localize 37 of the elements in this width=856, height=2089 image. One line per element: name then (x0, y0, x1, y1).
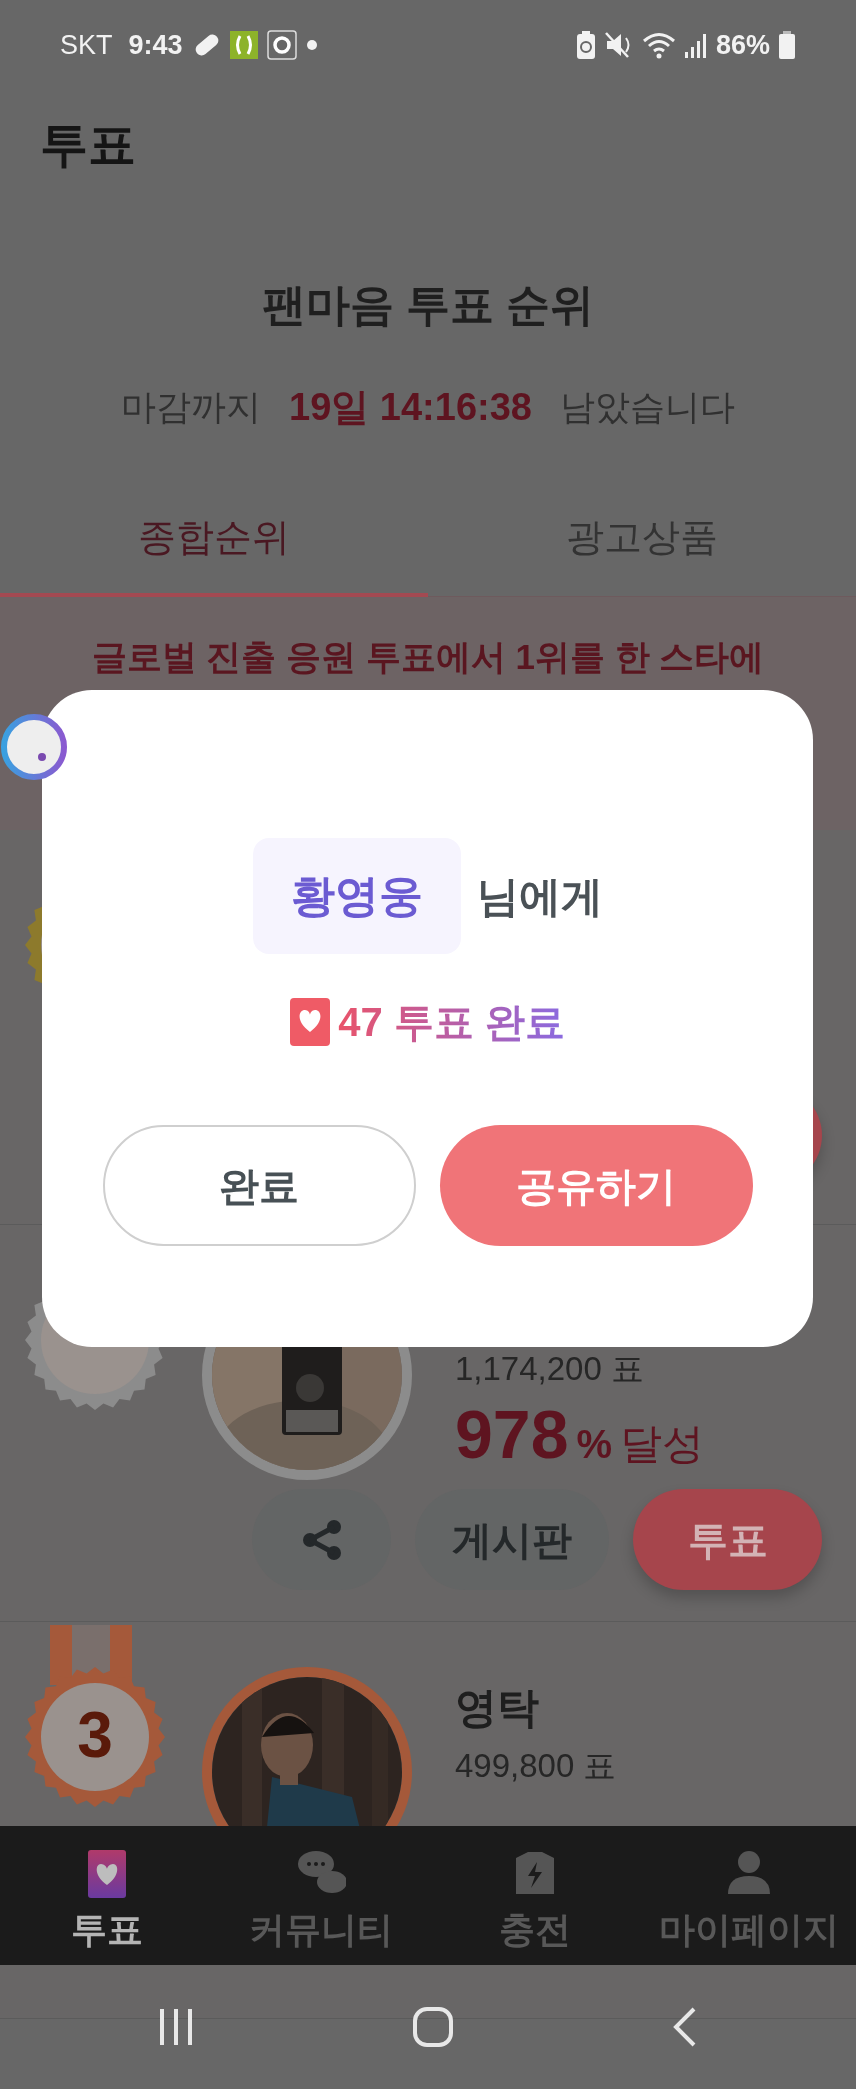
nav-tab[interactable]: 커뮤니티 (214, 1826, 428, 1965)
percent-sign: % (576, 1422, 613, 1466)
battery-saver-icon (575, 30, 596, 60)
carrier-text: SKT (60, 28, 113, 62)
share-button[interactable]: 공유하기 (439, 1125, 753, 1246)
nav-tab[interactable]: 마이페이지 (642, 1826, 856, 1965)
countdown-timer: 19일 14:16:38 (289, 385, 532, 430)
nav-label: 투표 (70, 1907, 144, 1952)
vote-button[interactable]: 투표 (633, 1489, 822, 1590)
nav-label: 충전 (498, 1907, 572, 1952)
achievement-percent: 978 (455, 1396, 569, 1472)
wifi-icon (641, 30, 676, 60)
done-button[interactable]: 완료 (102, 1125, 416, 1246)
battery-icon (778, 30, 796, 60)
deadline-label: 마감까지 (121, 386, 262, 429)
page-title: 투표 (40, 117, 136, 173)
vote-count: 1,174,200 표 (455, 1350, 644, 1387)
achievement-label: 달성 (620, 1420, 705, 1467)
record-icon (266, 30, 297, 60)
nav-tab[interactable]: 투표 (0, 1826, 214, 1965)
vote-count: 499,800 표 (455, 1747, 617, 1784)
app-notification-icon (228, 30, 259, 60)
ranking-title: 팬마음 투표 순위 (261, 280, 595, 329)
board-button[interactable]: 게시판 (415, 1489, 609, 1590)
battery-percent-text: 86% (715, 28, 770, 62)
home-icon[interactable] (411, 2005, 455, 2049)
nav-tab[interactable]: 충전 (428, 1826, 642, 1965)
nav-label: 커뮤니티 (248, 1907, 394, 1952)
banner-text: 글로벌 진출 응원 투표에서 1위를 한 스타에 (91, 637, 765, 676)
rank-number: 3 (76, 1698, 114, 1773)
clock-text: 9:43 (128, 28, 183, 62)
recipient-name: 황영웅 (252, 838, 461, 954)
dot-icon (304, 38, 319, 52)
recipient-suffix: 님에게 (476, 871, 603, 922)
artist-name: 영탁 (455, 1684, 539, 1731)
deadline-suffix: 남았습니다 (559, 386, 735, 429)
nav-label: 마이페이지 (658, 1907, 840, 1952)
